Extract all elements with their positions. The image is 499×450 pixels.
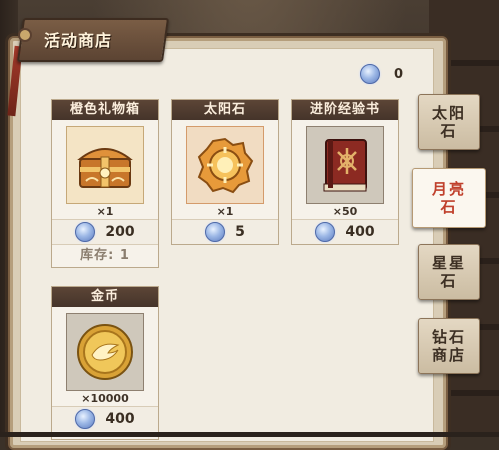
moon-stone-icon	[75, 222, 96, 242]
item-name: 进阶经验书	[292, 100, 398, 120]
item-quantity: ×1	[216, 205, 234, 218]
tab-label: 钻石商店	[431, 328, 466, 364]
price-value: 400	[345, 224, 375, 240]
exp-book-icon	[306, 126, 384, 204]
moon-stone-icon	[75, 409, 96, 429]
tab-label: 星星石	[431, 254, 466, 290]
tab-sun-stone[interactable]: 太阳石	[418, 94, 480, 150]
tab-diamond-shop[interactable]: 钻石商店	[418, 318, 480, 374]
item-quantity: ×10000	[81, 392, 129, 405]
item-name: 橙色礼物箱	[52, 100, 158, 120]
currency-amount: 0	[394, 66, 404, 82]
bottom-edge	[0, 432, 499, 437]
shop-title: 活动商店	[44, 31, 113, 50]
moon-stone-icon	[315, 222, 336, 242]
sun-stone-icon	[186, 126, 264, 204]
gold-coin-icon	[66, 313, 144, 391]
item-price: 400	[52, 406, 158, 431]
item-price: 5	[172, 219, 278, 244]
item-quantity: ×50	[332, 205, 358, 218]
orange-gift-box-icon	[66, 126, 144, 204]
shop-item-sun-stone[interactable]: 太阳石 ×1 5	[171, 99, 279, 245]
price-value: 5	[235, 224, 245, 240]
tab-label: 太阳石	[431, 104, 466, 140]
shop-item-exp-book[interactable]: 进阶经验书 ×50 400	[291, 99, 399, 245]
tab-label: 月亮石	[431, 180, 466, 216]
price-value: 200	[105, 224, 135, 240]
item-price: 400	[292, 219, 398, 244]
item-price: 200	[52, 219, 158, 244]
moon-stone-icon	[360, 64, 380, 84]
item-stock: 库存: 1	[52, 244, 158, 267]
item-name: 金币	[52, 287, 158, 307]
tab-star-stone[interactable]: 星星石	[418, 244, 480, 300]
item-name: 太阳石	[172, 100, 278, 120]
shop-item-gift-box[interactable]: 橙色礼物箱 ×1 200 库存: 1	[51, 99, 159, 268]
pin-icon	[18, 28, 32, 42]
moon-stone-icon	[205, 222, 226, 242]
tab-moon-stone[interactable]: 月亮石	[412, 168, 486, 228]
price-value: 400	[105, 411, 135, 427]
currency-display: 0	[360, 64, 403, 84]
shop-item-gold-coin[interactable]: 金币 ×10000 400	[51, 286, 159, 440]
item-quantity: ×1	[96, 205, 114, 218]
